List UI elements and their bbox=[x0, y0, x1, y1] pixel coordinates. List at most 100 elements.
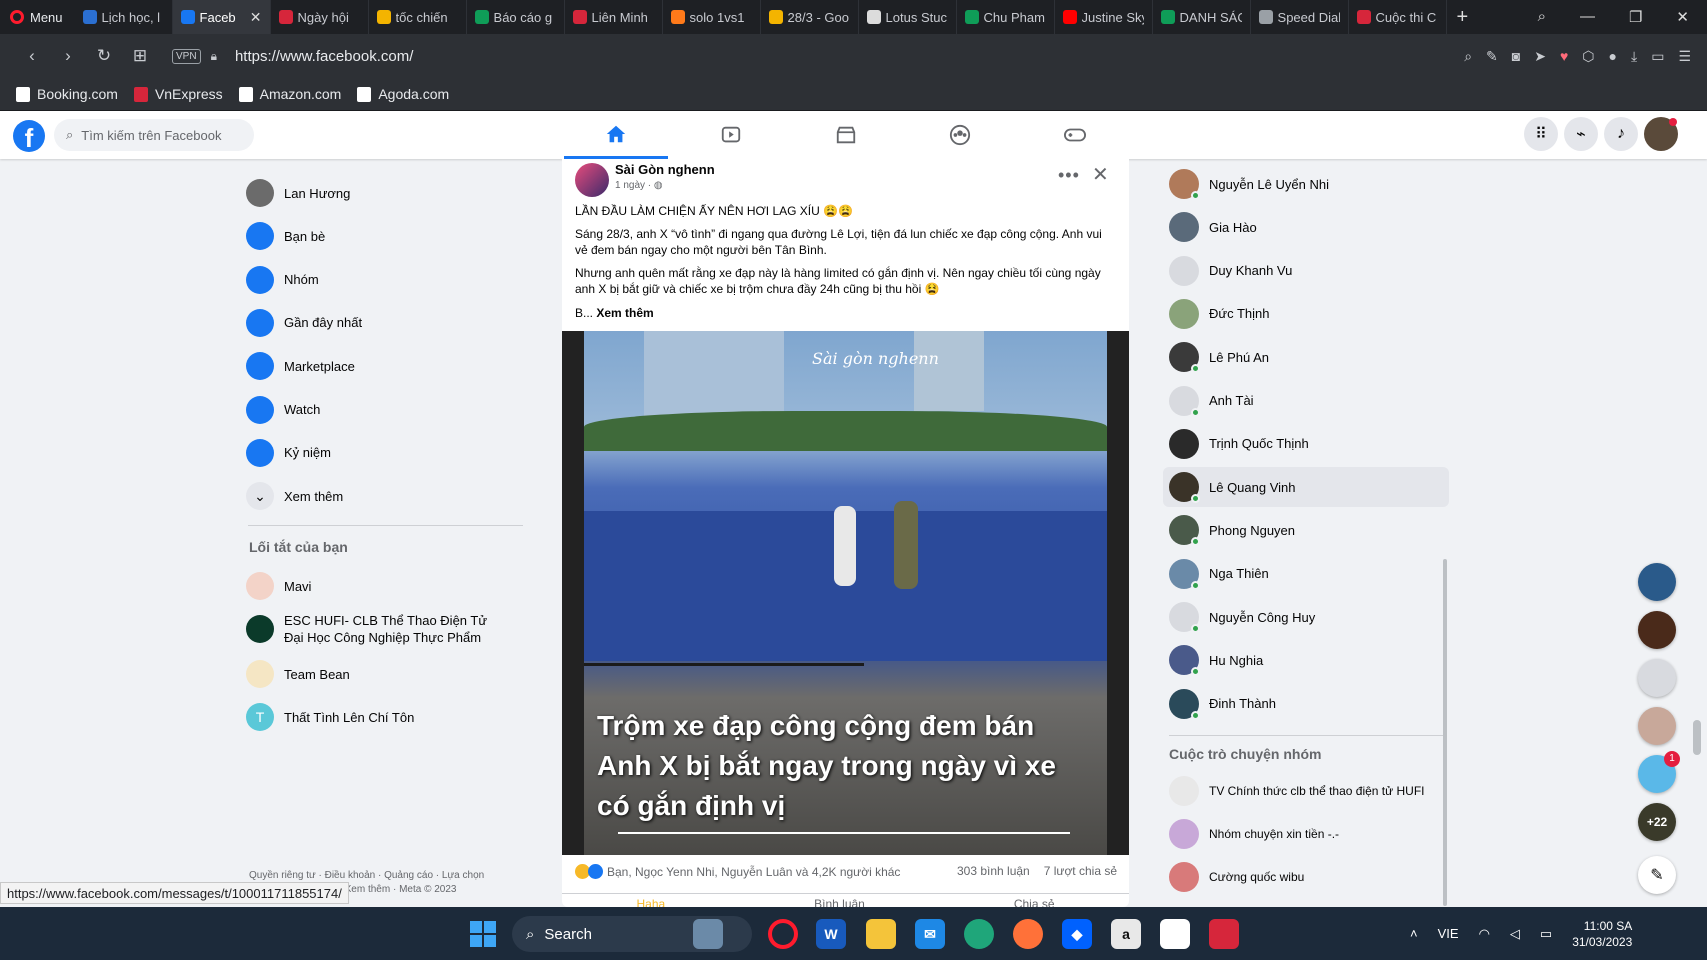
post-options-button[interactable]: ••• bbox=[1058, 165, 1080, 186]
download-icon[interactable]: ⤓ bbox=[1631, 48, 1637, 65]
notifications-button[interactable]: ♪ bbox=[1604, 117, 1638, 151]
mail-icon[interactable]: ✉ bbox=[915, 919, 945, 949]
shortcut-item[interactable]: T Thất Tình Lên Chí Tôn bbox=[246, 697, 506, 737]
contact-item[interactable]: Duy Khanh Vu bbox=[1163, 251, 1449, 291]
clock[interactable]: 11:00 SA 31/03/2023 bbox=[1572, 918, 1632, 950]
browser-tab[interactable]: DANH SÁC bbox=[1153, 0, 1251, 34]
shortcut-item[interactable]: Team Bean bbox=[246, 654, 506, 694]
search-page-icon[interactable]: ⌕ bbox=[1464, 48, 1472, 65]
shortcut-item[interactable]: ESC HUFI- CLB Thể Thao Điện Tử Đại Học C… bbox=[246, 609, 506, 649]
tab-gaming[interactable] bbox=[1023, 111, 1127, 159]
sidebar-item[interactable]: Bạn bè bbox=[246, 216, 526, 256]
file-explorer-icon[interactable] bbox=[866, 919, 896, 949]
bookmark-item[interactable]: Booking.com bbox=[16, 86, 118, 102]
sidebar-item[interactable]: ⌄ Xem thêm bbox=[246, 476, 526, 516]
heart-icon[interactable]: ♥ bbox=[1560, 48, 1568, 65]
page-scrollbar[interactable] bbox=[1693, 720, 1701, 755]
dropbox-icon[interactable]: ◆ bbox=[1062, 919, 1092, 949]
chevron-up-icon[interactable]: ˄ bbox=[1410, 926, 1418, 941]
see-more-link[interactable]: Xem thêm bbox=[596, 306, 653, 320]
contact-item[interactable]: Phong Nguyen bbox=[1163, 510, 1449, 550]
battery-tray-icon[interactable]: ▭ bbox=[1540, 926, 1552, 942]
group-chat-item[interactable]: Nhóm chuyện xin tiền -.- bbox=[1163, 814, 1449, 854]
contact-item[interactable]: Nguyễn Công Huy bbox=[1163, 597, 1449, 637]
messenger-button[interactable]: ⌁ bbox=[1564, 117, 1598, 151]
language-indicator[interactable]: VIE bbox=[1438, 926, 1459, 941]
edge-icon[interactable] bbox=[964, 919, 994, 949]
post-timestamp[interactable]: 1 ngày · ◍ bbox=[615, 180, 663, 191]
contact-item[interactable]: Nga Thiên bbox=[1163, 554, 1449, 594]
minimize-button[interactable]: — bbox=[1580, 8, 1595, 26]
comment-count[interactable]: 303 bình luận bbox=[957, 864, 1030, 878]
group-chat-item[interactable]: Cường quốc wibu bbox=[1163, 857, 1449, 897]
bookmark-item[interactable]: VnExpress bbox=[133, 86, 223, 102]
group-chat-item[interactable]: TV Chính thức clb thể thao điện tử HUFI bbox=[1163, 771, 1449, 811]
post-author-name[interactable]: Sài Gòn nghenn bbox=[615, 162, 715, 177]
windows-start-button[interactable] bbox=[470, 921, 496, 947]
chat-head[interactable]: 1 bbox=[1638, 751, 1680, 793]
browser-tab[interactable]: Chu Pham bbox=[957, 0, 1055, 34]
sidebar-item[interactable]: Watch bbox=[246, 390, 526, 430]
shortcut-item[interactable]: Mavi bbox=[246, 566, 506, 606]
browser-tab[interactable]: tốc chiến bbox=[369, 0, 467, 34]
chat-head[interactable] bbox=[1638, 563, 1676, 601]
app-red-icon[interactable] bbox=[1209, 919, 1239, 949]
tab-watch[interactable] bbox=[679, 111, 783, 159]
post-reactions[interactable]: Bạn, Ngọc Yenn Nhi, Nguyễn Luân và 4,2K … bbox=[575, 864, 900, 879]
sidebar-item[interactable]: Lan Hương bbox=[246, 173, 526, 213]
contact-item[interactable]: Gia Hào bbox=[1163, 207, 1449, 247]
contact-item[interactable]: Nguyễn Lê Uyển Nhi bbox=[1163, 164, 1449, 204]
chat-head[interactable] bbox=[1638, 659, 1676, 697]
reload-button[interactable]: ↻ bbox=[86, 46, 122, 66]
tab-search-icon[interactable]: ⌕ bbox=[1538, 8, 1546, 26]
firefox-icon[interactable] bbox=[1013, 919, 1043, 949]
browser-tab[interactable]: Speed Dial bbox=[1251, 0, 1349, 34]
contact-item[interactable]: Đức Thịnh bbox=[1163, 294, 1449, 334]
send-icon[interactable]: ➤ bbox=[1534, 48, 1546, 65]
browser-tab[interactable]: Liên Minh bbox=[565, 0, 663, 34]
easy-setup-icon[interactable]: ☰ bbox=[1678, 48, 1691, 65]
contact-item[interactable]: Lê Phú An bbox=[1163, 337, 1449, 377]
sidebar-item[interactable]: Nhóm bbox=[246, 260, 526, 300]
contact-item[interactable]: Anh Tài bbox=[1163, 381, 1449, 421]
url-field[interactable]: https://www.facebook.com/ bbox=[235, 48, 413, 65]
contact-item[interactable]: Đinh Thành bbox=[1163, 684, 1449, 724]
contact-item[interactable]: Lê Quang Vinh bbox=[1163, 467, 1449, 508]
battery-icon[interactable]: ▭ bbox=[1651, 48, 1664, 65]
opera-taskbar-icon[interactable] bbox=[768, 919, 798, 949]
sidebar-item[interactable]: Gần đây nhất bbox=[246, 303, 526, 343]
haha-button[interactable]: Haha bbox=[636, 897, 665, 907]
share-count[interactable]: 7 lượt chia sẻ bbox=[1044, 864, 1117, 878]
tab-groups[interactable] bbox=[908, 111, 1012, 159]
tab-marketplace[interactable] bbox=[794, 111, 898, 159]
browser-tab[interactable]: Cuộc thi C bbox=[1349, 0, 1447, 34]
close-window-button[interactable]: ✕ bbox=[1676, 8, 1689, 26]
lock-icon[interactable]: 🔒︎ bbox=[211, 49, 217, 64]
camera-icon[interactable]: ◙ bbox=[1512, 48, 1520, 65]
chat-head[interactable] bbox=[1638, 611, 1676, 649]
post-image[interactable]: Sài gòn nghenn Trộm xe đạp công cộng đem… bbox=[562, 331, 1129, 855]
widget-icon[interactable] bbox=[693, 919, 723, 949]
contact-item[interactable]: Trịnh Quốc Thịnh bbox=[1163, 424, 1449, 464]
comment-button[interactable]: Bình luận bbox=[814, 897, 865, 907]
extensions-icon[interactable]: ⬡ bbox=[1582, 48, 1594, 65]
contact-item[interactable]: Hu Nghia bbox=[1163, 640, 1449, 680]
edit-icon[interactable]: ✎ bbox=[1486, 48, 1498, 65]
facebook-logo[interactable]: f bbox=[13, 120, 45, 152]
browser-tab[interactable]: Ngày hội bbox=[271, 0, 369, 34]
menu-grid-button[interactable]: ⠿ bbox=[1524, 117, 1558, 151]
new-tab-button[interactable]: + bbox=[1447, 6, 1479, 29]
opera-menu-button[interactable]: Menu bbox=[0, 0, 75, 34]
browser-tab[interactable]: Lotus Stuc bbox=[859, 0, 957, 34]
facebook-search-input[interactable]: ⌕ Tìm kiếm trên Facebook bbox=[54, 119, 254, 151]
chat-head[interactable] bbox=[1638, 707, 1676, 745]
browser-tab[interactable]: Faceb ✕ bbox=[172, 0, 271, 34]
browser-tab[interactable]: Lịch học, l bbox=[75, 0, 173, 34]
vpn-badge[interactable]: VPN bbox=[172, 48, 201, 64]
browser-tab[interactable]: Báo cáo g bbox=[467, 0, 565, 34]
profile-icon[interactable]: ● bbox=[1609, 48, 1617, 65]
wifi-icon[interactable]: ◠ bbox=[1479, 926, 1490, 942]
chat-head[interactable]: +22 bbox=[1638, 803, 1676, 841]
contacts-scrollbar[interactable] bbox=[1443, 559, 1447, 906]
volume-icon[interactable]: ◁ bbox=[1510, 926, 1520, 942]
